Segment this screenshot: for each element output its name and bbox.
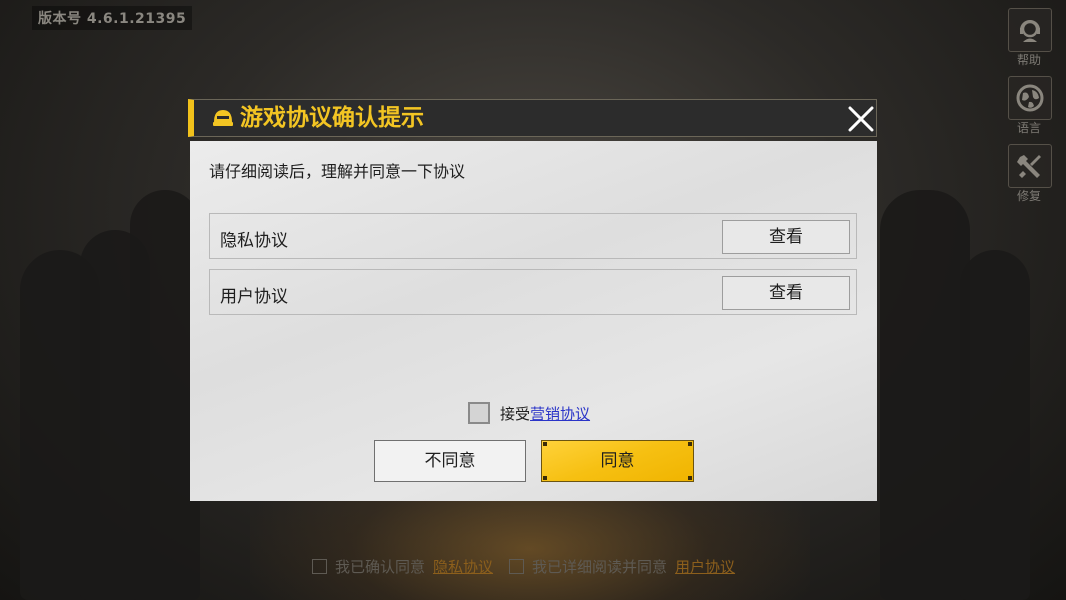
user-agreement-label: 用户协议: [220, 287, 288, 307]
language-button[interactable]: [1008, 76, 1052, 120]
marketing-prefix: 接受: [500, 404, 531, 423]
language-label: 语言: [1016, 121, 1041, 135]
help-label: 帮助: [1016, 53, 1041, 67]
dialog-title: 游戏协议确认提示: [240, 105, 424, 131]
disagree-button[interactable]: 不同意: [374, 440, 526, 482]
version-label: 版本号 4.6.1.21395: [32, 6, 193, 30]
privacy-agreement-row: 隐私协议 查看: [209, 213, 857, 259]
help-button[interactable]: [1008, 8, 1052, 52]
helmet-icon: [213, 110, 233, 126]
view-privacy-button[interactable]: 查看: [722, 220, 850, 254]
user-consent-checkbox[interactable]: [509, 558, 525, 574]
view-user-button[interactable]: 查看: [722, 276, 850, 310]
close-icon[interactable]: [846, 104, 876, 134]
repair-tools-icon: [1017, 155, 1041, 178]
privacy-consent-link[interactable]: 隐私协议: [433, 556, 493, 577]
agree-button[interactable]: 同意: [541, 440, 694, 482]
user-agreement-row: 用户协议 查看: [209, 269, 857, 315]
dialog-body: 请仔细阅读后，理解并同意一下协议 隐私协议 查看 用户协议 查看 接受 营销协议…: [190, 141, 877, 501]
dialog-intro: 请仔细阅读后，理解并同意一下协议: [209, 162, 466, 181]
user-consent-link[interactable]: 用户协议: [675, 556, 735, 577]
repair-label: 修复: [1016, 189, 1041, 203]
privacy-consent-text: 我已确认同意: [335, 557, 426, 576]
marketing-checkbox[interactable]: [468, 402, 490, 424]
support-agent-icon: [1020, 20, 1040, 42]
privacy-agreement-label: 隐私协议: [220, 231, 288, 251]
dialog-titlebar: 游戏协议确认提示: [188, 99, 877, 137]
marketing-consent: 接受 营销协议: [468, 400, 590, 426]
user-consent-text: 我已详细阅读并同意: [532, 557, 668, 576]
globe-icon: [1016, 84, 1044, 112]
marketing-link[interactable]: 营销协议: [530, 403, 590, 424]
agree-button-label: 同意: [600, 451, 635, 471]
bottom-consent-row: 我已确认同意 隐私协议 我已详细阅读并同意 用户协议: [312, 556, 735, 576]
privacy-consent-checkbox[interactable]: [312, 558, 327, 574]
agreement-dialog: 游戏协议确认提示 请仔细阅读后，理解并同意一下协议 隐私协议 查看 用户协议 查…: [188, 99, 877, 503]
repair-button[interactable]: [1008, 144, 1052, 188]
